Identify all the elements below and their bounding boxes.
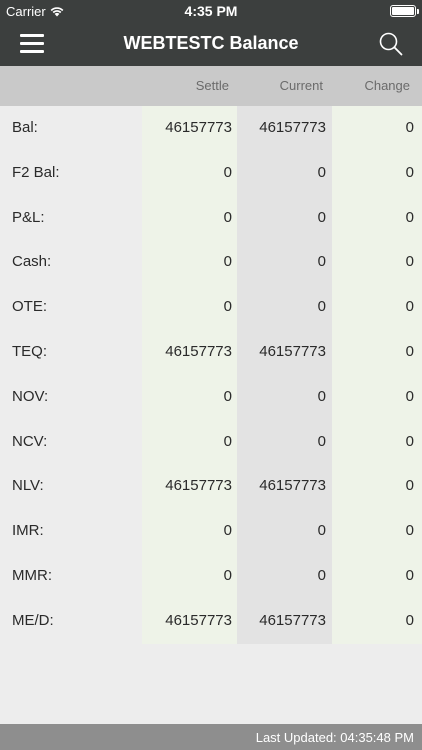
balance-table: Bal: 46157773 46157773 0 F2 Bal: 0 0 0 P… — [0, 106, 422, 644]
current-value: 0 — [317, 567, 326, 584]
settle-value: 0 — [223, 298, 232, 316]
settle-value: 46157773 — [165, 343, 232, 360]
page-title: WEBTESTC Balance — [123, 33, 299, 53]
current-value: 46157773 — [259, 119, 326, 136]
current-value: 46157773 — [259, 477, 326, 495]
footer-bar: Last Updated: 04:35:48 PM — [0, 724, 422, 750]
change-value: 0 — [405, 253, 414, 271]
current-value: 0 — [317, 522, 326, 540]
row-label: F2 Bal: — [12, 163, 60, 181]
table-row-cash: Cash: 0 0 0 — [0, 240, 422, 285]
settle-value: 0 — [223, 163, 232, 181]
change-value: 0 — [405, 298, 414, 316]
current-value: 0 — [317, 163, 326, 181]
row-label: Bal: — [12, 119, 38, 136]
row-label: ME/D: — [12, 611, 54, 629]
table-row-imr: IMR: 0 0 0 — [0, 509, 422, 554]
current-value: 46157773 — [259, 343, 326, 360]
row-label: Cash: — [12, 253, 52, 271]
row-label: TEQ: — [12, 343, 48, 360]
table-row-pnl: P&L: 0 0 0 — [0, 196, 422, 241]
row-label: OTE: — [12, 298, 48, 316]
current-value: 0 — [317, 387, 326, 405]
change-value: 0 — [405, 387, 414, 405]
column-header-settle: Settle — [195, 78, 229, 93]
nav-bar: WEBTESTC Balance — [0, 22, 422, 66]
table-row-ncv: NCV: 0 0 0 — [0, 420, 422, 465]
change-value: 0 — [405, 567, 414, 584]
table-row-med: ME/D: 46157773 46157773 0 — [0, 599, 422, 644]
table-row-f2-bal: F2 Bal: 0 0 0 — [0, 151, 422, 196]
status-bar: Carrier 4:35 PM — [0, 0, 422, 22]
current-value: 0 — [317, 298, 326, 316]
last-updated-text: Last Updated: 04:35:48 PM — [255, 730, 414, 745]
column-header-current: Current — [279, 78, 323, 93]
table-row-bal: Bal: 46157773 46157773 0 — [0, 106, 422, 151]
current-value: 0 — [317, 253, 326, 271]
row-label: NLV: — [12, 477, 44, 495]
settle-value: 0 — [223, 208, 232, 226]
settle-value: 46157773 — [165, 611, 232, 629]
change-value: 0 — [405, 522, 414, 540]
settle-value: 0 — [223, 387, 232, 405]
table-row-nov: NOV: 0 0 0 — [0, 375, 422, 420]
status-time: 4:35 PM — [184, 3, 238, 19]
change-value: 0 — [405, 611, 414, 629]
settle-value: 0 — [223, 432, 232, 450]
column-header-change: Change — [364, 78, 410, 93]
current-value: 0 — [317, 208, 326, 226]
current-value: 46157773 — [259, 611, 326, 629]
change-value: 0 — [405, 208, 414, 226]
change-value: 0 — [405, 477, 414, 495]
column-header: Settle Current Change — [0, 66, 422, 106]
change-value: 0 — [405, 432, 414, 450]
settle-value: 46157773 — [165, 119, 232, 136]
table-row-ote: OTE: 0 0 0 — [0, 285, 422, 330]
row-label: MMR: — [12, 567, 52, 584]
change-value: 0 — [405, 119, 414, 136]
current-value: 0 — [317, 432, 326, 450]
settle-value: 0 — [223, 567, 232, 584]
settle-value: 0 — [223, 253, 232, 271]
table-row-nlv: NLV: 46157773 46157773 0 — [0, 464, 422, 509]
row-label: P&L: — [12, 208, 45, 226]
table-row-mmr: MMR: 0 0 0 — [0, 554, 422, 599]
settle-value: 0 — [223, 522, 232, 540]
row-label: IMR: — [12, 522, 44, 540]
table-row-teq: TEQ: 46157773 46157773 0 — [0, 330, 422, 375]
row-label: NOV: — [12, 387, 49, 405]
row-label: NCV: — [12, 432, 48, 450]
change-value: 0 — [405, 163, 414, 181]
search-icon[interactable] — [378, 31, 404, 57]
settle-value: 46157773 — [165, 477, 232, 495]
change-value: 0 — [405, 343, 414, 360]
battery-icon — [390, 5, 419, 17]
